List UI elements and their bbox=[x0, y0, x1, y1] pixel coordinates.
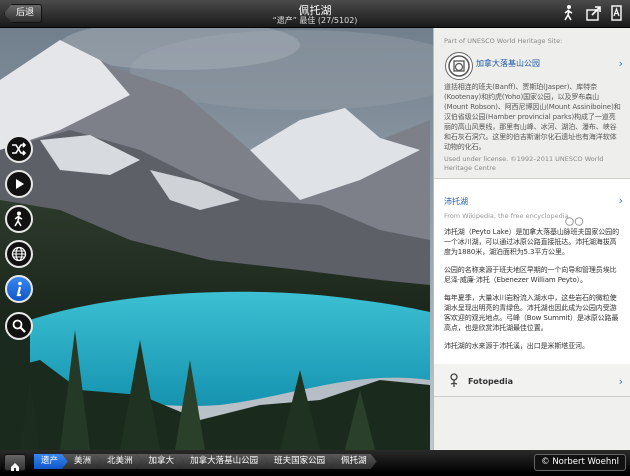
map-button[interactable] bbox=[5, 240, 33, 268]
wikipedia-link[interactable]: 沛托湖 bbox=[444, 196, 468, 207]
nearby-button[interactable] bbox=[5, 205, 33, 233]
home-button[interactable] bbox=[4, 454, 26, 471]
shuffle-icon bbox=[11, 142, 27, 156]
fotopedia-link[interactable]: Fotopedia › bbox=[434, 364, 630, 397]
unesco-description: 道括相连的班夫(Banff)、贾斯珀(Jasper)、库特奈(Kootenay)… bbox=[444, 83, 621, 151]
wikipedia-paragraph-3: 每年夏季，大量冰川岩粉流入湖水中，这些岩石的微粒使湖水呈现出明亮的青绿色。沛托湖… bbox=[444, 294, 619, 332]
photo-author[interactable]: © Norbert Woehnl bbox=[534, 454, 626, 471]
chevron-right-icon: › bbox=[618, 57, 623, 70]
search-icon bbox=[12, 319, 26, 333]
slideshow-button[interactable] bbox=[5, 170, 33, 198]
hiker-icon[interactable] bbox=[560, 4, 578, 22]
wikipedia-section[interactable]: 沛托湖 › From Wikipedia, the free encyclope… bbox=[434, 178, 630, 366]
info-button[interactable] bbox=[5, 275, 33, 303]
top-bar: 后退 佩托湖 “遗产” 最佳 (27/5102) bbox=[0, 0, 630, 28]
wikipedia-paragraph-4: 沛托湖的水来源于沛托溪，出口是米斯塔亚河。 bbox=[444, 342, 589, 350]
unesco-heading: Part of UNESCO World Heritage Site: bbox=[444, 37, 563, 45]
flower-icon bbox=[447, 372, 461, 392]
shuffle-button[interactable] bbox=[5, 135, 33, 163]
search-button[interactable] bbox=[5, 312, 33, 340]
wikipedia-paragraph-2: 公园的名称来源于班夫地区早期的一个向导和管理员埃比尼泽·威廉·沛托（Ebenez… bbox=[444, 266, 617, 284]
breadcrumb-item[interactable]: 加拿大 bbox=[137, 454, 185, 469]
hiker-icon bbox=[12, 211, 26, 227]
chevron-right-icon: › bbox=[618, 375, 623, 388]
unesco-license: Used under license. ©1992–2011 UNESCO Wo… bbox=[444, 155, 604, 172]
info-icon bbox=[14, 281, 24, 297]
page-subtitle: “遗产” 最佳 (27/5102) bbox=[272, 16, 358, 25]
home-icon bbox=[10, 457, 20, 476]
breadcrumb: 遗产 美洲 北美洲 加拿大 加拿大落基山公园 班夫国家公园 佩托湖 bbox=[34, 454, 371, 469]
unesco-site-link[interactable]: 加拿大落基山公园 bbox=[476, 58, 540, 69]
share-icon[interactable] bbox=[585, 4, 603, 22]
unesco-logo bbox=[445, 52, 473, 80]
breadcrumb-item[interactable]: 加拿大落基山公园 bbox=[178, 454, 268, 469]
breadcrumb-item[interactable]: 班夫国家公园 bbox=[262, 454, 335, 469]
chevron-right-icon: › bbox=[618, 194, 623, 207]
globe-icon bbox=[11, 246, 27, 262]
play-icon bbox=[13, 178, 25, 190]
bottom-bar: 遗产 美洲 北美洲 加拿大 加拿大落基山公园 班夫国家公园 佩托湖 © Norb… bbox=[0, 450, 630, 473]
author-name: Norbert Woehnl bbox=[552, 457, 619, 467]
wikipedia-paragraph-1: 沛托湖（Peyto Lake）是加拿大落基山脉班夫国家公园的一个冰川湖，可以通过… bbox=[444, 228, 619, 256]
fotopedia-label: Fotopedia bbox=[468, 377, 513, 386]
copyright-icon: © bbox=[541, 457, 550, 467]
wikipedia-source: From Wikipedia, the free encyclopedia bbox=[444, 212, 569, 220]
unesco-section[interactable]: Part of UNESCO World Heritage Site: 加拿大落… bbox=[434, 28, 630, 178]
info-panel: Part of UNESCO World Heritage Site: 加拿大落… bbox=[433, 28, 630, 450]
font-size-icon[interactable] bbox=[608, 4, 626, 22]
breadcrumb-item[interactable]: 佩托湖 bbox=[329, 454, 377, 469]
breadcrumb-item[interactable]: 北美洲 bbox=[95, 454, 143, 469]
breadcrumb-item[interactable]: 遗产 bbox=[34, 454, 68, 469]
